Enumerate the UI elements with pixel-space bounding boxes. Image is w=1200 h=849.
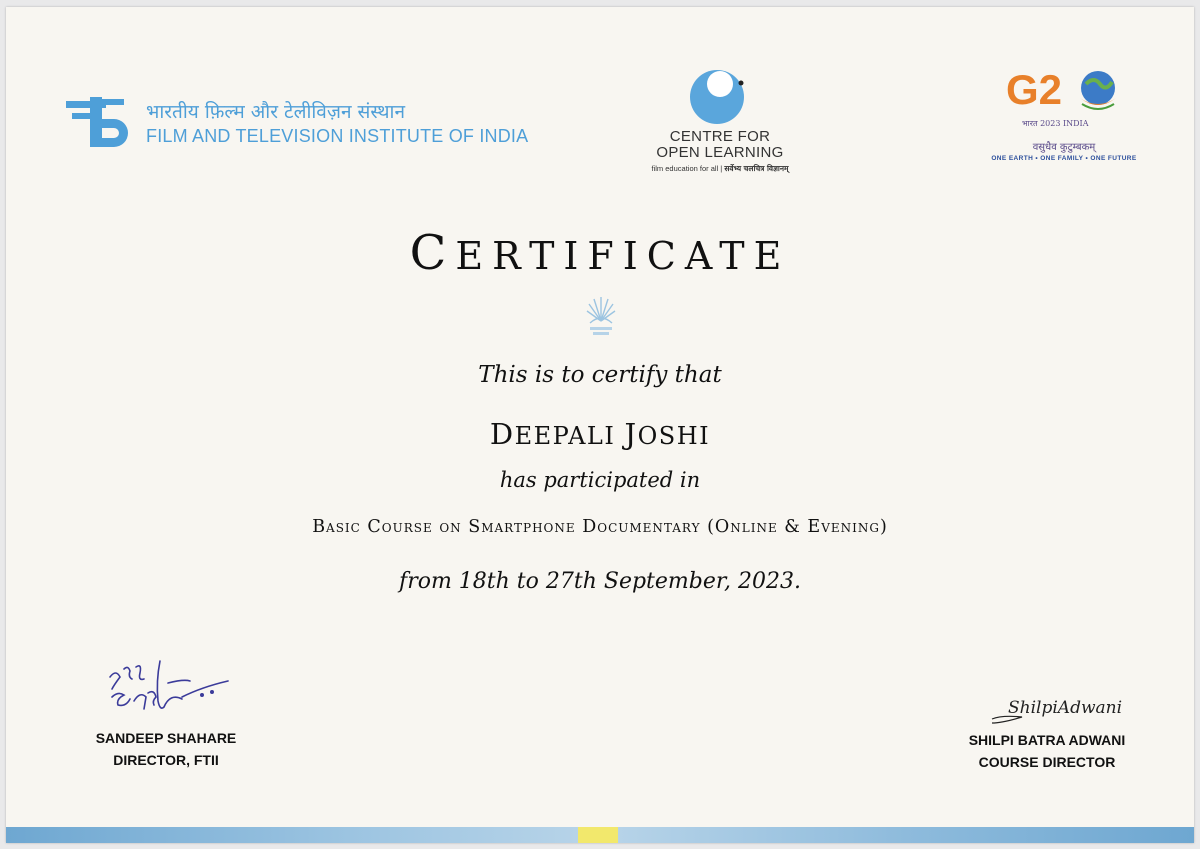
col-name-line1: CENTRE FOR bbox=[669, 128, 771, 145]
footer-band-left bbox=[6, 827, 578, 843]
left-signatory: SANDEEP SHAHARE DIRECTOR, FTII bbox=[76, 727, 256, 771]
participated-line: has participated in bbox=[499, 468, 701, 492]
col-tagline: film education for all | सर्वेभ्य चलचित्… bbox=[651, 164, 789, 173]
g20-emblem-icon: G2 bbox=[1006, 66, 1116, 113]
certificate-sheet: भारतीय फ़िल्म और टेलीविज़न संस्थान FILM … bbox=[6, 7, 1194, 843]
footer-band-center bbox=[578, 827, 618, 843]
g20-mark-text: G2 bbox=[1006, 66, 1062, 113]
director-signature-icon bbox=[109, 660, 229, 710]
g20-logo: G2 भारत 2023 INDIA वसुधैव कुटुम्बकम् ONE… bbox=[986, 64, 1142, 162]
name-initial: D bbox=[489, 417, 515, 451]
footer-band bbox=[6, 827, 1194, 843]
title-rest: ERTIFICATE bbox=[455, 234, 791, 278]
surname-initial: J bbox=[624, 417, 638, 451]
col-eye-icon bbox=[690, 70, 744, 124]
certify-line: This is to certify that bbox=[478, 362, 722, 388]
course-name: Basic Course on Smartphone Documentary (… bbox=[312, 517, 888, 537]
col-tagline-hi: सर्वेभ्य चलचित्र विज्ञानम् bbox=[724, 164, 789, 173]
ftii-english-name: FILM AND TELEVISION INSTITUTE OF INDIA bbox=[146, 126, 529, 146]
g20-sub: भारत 2023 INDIA bbox=[1022, 119, 1089, 128]
col-name-line2: OPEN LEARNING bbox=[656, 144, 784, 161]
left-signatory-title: DIRECTOR, FTII bbox=[113, 752, 219, 768]
g20-motto: ONE EARTH • ONE FAMILY • ONE FUTURE bbox=[991, 155, 1137, 162]
right-signatory-title: COURSE DIRECTOR bbox=[978, 754, 1116, 770]
right-signatory-name: SHILPI BATRA ADWANI bbox=[968, 732, 1126, 748]
title-initial: C bbox=[409, 225, 456, 281]
col-logo: CENTRE FOR OPEN LEARNING film education … bbox=[620, 65, 820, 174]
g20-sanskrit: वसुधैव कुटुम्बकम् bbox=[1032, 142, 1096, 153]
col-tagline-en: film education for all bbox=[651, 164, 719, 173]
name-first-rest: EEPALI bbox=[514, 422, 625, 450]
course-director-signature-icon: ShilpiAdwani bbox=[991, 698, 1122, 724]
surname-rest: OSHI bbox=[637, 422, 711, 450]
date-line: from 18th to 27th September, 2023. bbox=[399, 569, 801, 594]
signature-text: ShilpiAdwani bbox=[1008, 698, 1122, 718]
ftii-emblem-icon bbox=[66, 97, 128, 147]
footer-band-right bbox=[618, 827, 1194, 843]
certificate-title: CERTIFICATE bbox=[6, 225, 1194, 281]
ftii-logo: भारतीय फ़िल्म और टेलीविज़न संस्थान FILM … bbox=[64, 87, 528, 159]
left-signatory-name: SANDEEP SHAHARE bbox=[95, 730, 237, 746]
recipient-name: DEEPALI JOSHI bbox=[6, 417, 1194, 451]
right-signatory: SHILPI BATRA ADWANI COURSE DIRECTOR bbox=[952, 729, 1142, 773]
fan-ornament-icon bbox=[586, 297, 616, 335]
ftii-hindi-name: भारतीय फ़िल्म और टेलीविज़न संस्थान bbox=[146, 101, 406, 123]
